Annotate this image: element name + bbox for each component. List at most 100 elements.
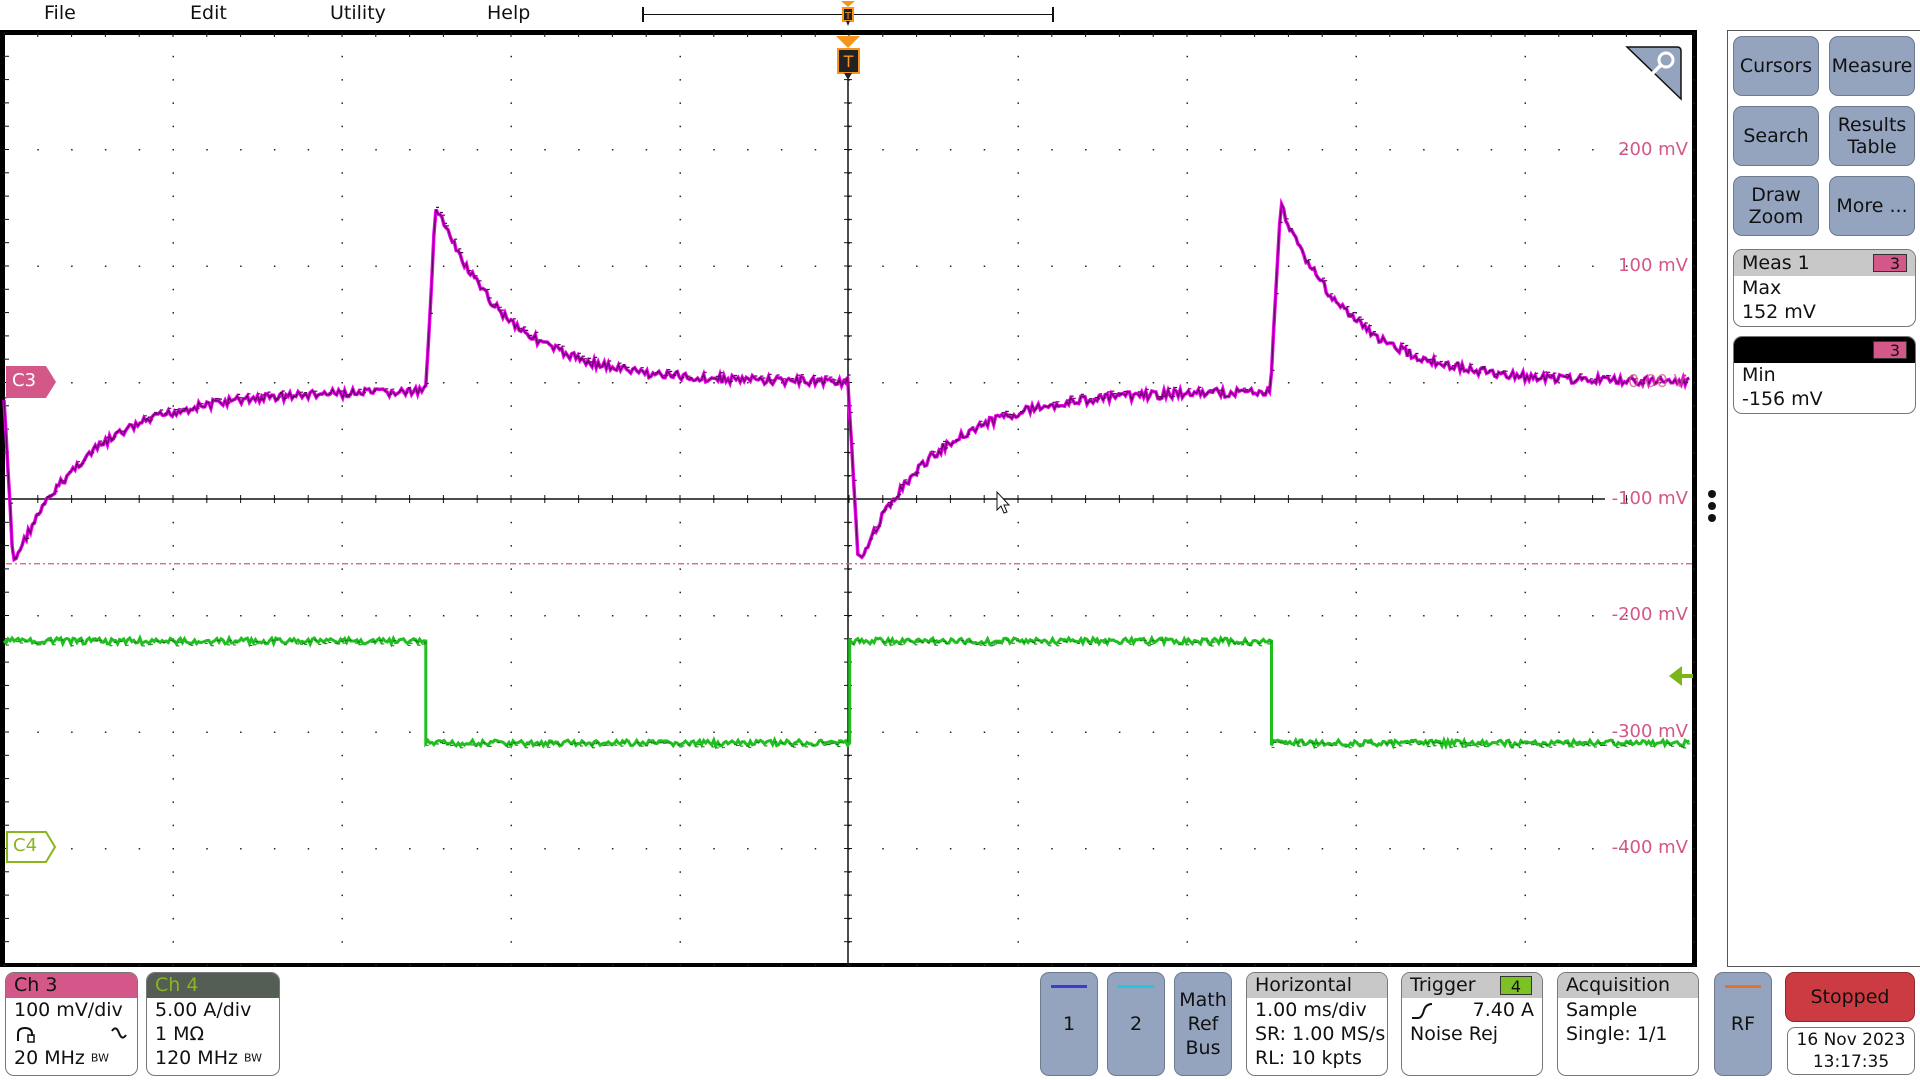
grid-dot: [341, 242, 343, 244]
grid-dot: [510, 312, 512, 314]
grid-dot: [442, 731, 445, 733]
run-stop-status[interactable]: Stopped: [1785, 972, 1915, 1022]
grid-dot: [409, 149, 411, 151]
grid-dot: [1254, 149, 1256, 151]
ch3-badge[interactable]: Ch 3 100 mV/div 20 MHz BW: [5, 972, 138, 1076]
acquisition-badge[interactable]: Acquisition Sample Single: 1/1: [1557, 972, 1699, 1076]
ch4-offset-marker[interactable]: C4: [6, 831, 57, 867]
grid-dot: [1017, 708, 1019, 710]
grid-dot: [341, 778, 343, 780]
grid-dot: [1186, 871, 1188, 873]
grid-dot: [37, 615, 39, 617]
grid-dot: [71, 265, 73, 267]
search-button[interactable]: Search: [1733, 106, 1819, 166]
bandwidth-limit-icon: BW: [244, 1051, 263, 1065]
grid-dot: [1287, 615, 1290, 617]
grid-dot: [409, 615, 411, 617]
grid-dot: [916, 149, 918, 151]
grid-dot: [1490, 382, 1493, 384]
grid-dot: [206, 265, 208, 267]
cursors-button[interactable]: Cursors: [1733, 36, 1819, 96]
grid-dot: [1524, 195, 1526, 198]
grid-dot: [341, 79, 343, 81]
grid-dot: [3, 684, 5, 687]
trigger-mode: Noise Rej: [1410, 1023, 1499, 1045]
grid-dot: [1085, 149, 1087, 151]
grid-dot: [510, 801, 512, 803]
more-button[interactable]: More ...: [1829, 176, 1915, 236]
grid-dot: [1254, 848, 1256, 850]
grid-dot: [510, 894, 512, 897]
date: 16 Nov 2023: [1796, 1030, 1906, 1050]
grid-dot: [3, 125, 5, 128]
grid-dot: [37, 265, 39, 267]
grid-dot: [172, 521, 174, 524]
grid-dot: [1389, 964, 1391, 966]
grid-dot: [1186, 964, 1188, 966]
grid-dot: [1017, 545, 1019, 547]
grid-dot: [172, 195, 174, 198]
grid-dot: [172, 79, 174, 81]
results-table-button[interactable]: Results Table: [1829, 106, 1915, 166]
grid-dot: [814, 149, 817, 151]
grid-dot: [510, 55, 512, 58]
grid-dot: [1186, 591, 1188, 594]
ch4-badge[interactable]: Ch 4 5.00 A/div 1 MΩ 120 MHz BW: [146, 972, 280, 1076]
math-ref-bus-button[interactable]: Math Ref Bus: [1174, 972, 1232, 1076]
grid-dot: [949, 848, 952, 850]
grid-dot: [341, 265, 343, 267]
grid-dot: [1220, 382, 1222, 384]
ch4-badge-title: Ch 4: [147, 973, 279, 998]
grid-dot: [949, 265, 952, 267]
grid-dot: [1017, 242, 1019, 244]
grid-dot: [1152, 731, 1155, 733]
grid-dot: [3, 265, 5, 267]
ch2-button-label: 2: [1129, 1013, 1143, 1035]
grid-dot: [1355, 312, 1357, 314]
y-label-minus-300mv: -300 mV: [1611, 721, 1688, 742]
panel-expand-dots-icon[interactable]: [1706, 490, 1718, 526]
grid-dot: [1524, 871, 1526, 873]
grid-dot: [341, 871, 343, 873]
trigger-badge[interactable]: Trigger 4 7.40 A Noise Rej: [1401, 972, 1543, 1076]
grid-dot: [1186, 55, 1188, 58]
measurement-badge-min[interactable]: 3 Min -156 mV: [1733, 336, 1916, 414]
grid-dot: [645, 149, 648, 151]
draw-zoom-button[interactable]: Draw Zoom: [1733, 176, 1819, 236]
horizontal-badge[interactable]: Horizontal 1.00 ms/div SR: 1.00 MS/s RL:…: [1246, 972, 1388, 1076]
trigger-level-arrow-icon[interactable]: [1669, 666, 1693, 686]
grid-dot: [679, 242, 681, 244]
grid-dot: [1118, 848, 1121, 850]
grid-dot: [375, 848, 377, 850]
grid-dot: [341, 801, 343, 803]
grid-dot: [341, 545, 343, 547]
measure-button[interactable]: Measure: [1829, 36, 1915, 96]
grid-dot: [1017, 149, 1019, 151]
grid-dot: [172, 778, 174, 780]
grid-dot: [3, 335, 5, 337]
grid-dot: [476, 731, 479, 733]
grid-dot: [578, 848, 580, 850]
ch2-button[interactable]: 2: [1107, 972, 1165, 1076]
grid-dot: [341, 55, 343, 58]
ch3-offset-marker[interactable]: C3: [6, 366, 56, 402]
ch1-button[interactable]: 1: [1040, 972, 1098, 1076]
waveform-display[interactable]: T: [0, 0, 1920, 1080]
trigger-position-marker[interactable]: T: [836, 36, 860, 80]
measurement-badge-max[interactable]: Meas 1 3 Max 152 mV: [1733, 249, 1916, 327]
grid-dot: [1423, 848, 1425, 850]
grid-dot: [679, 871, 681, 873]
rf-button[interactable]: RF: [1714, 972, 1772, 1076]
grid-dot: [240, 731, 242, 733]
zoom-corner-button[interactable]: [1625, 45, 1683, 101]
grid-dot: [1693, 79, 1695, 81]
grid-dot: [949, 382, 952, 384]
grid-dot: [882, 615, 884, 617]
grid-dot: [1524, 358, 1526, 361]
grid-dot: [814, 731, 817, 733]
grid-dot: [1220, 615, 1222, 617]
grid-dot: [138, 964, 141, 966]
grid-dot: [1524, 428, 1526, 431]
grid-dot: [1355, 708, 1357, 710]
grid-dot: [172, 428, 174, 431]
